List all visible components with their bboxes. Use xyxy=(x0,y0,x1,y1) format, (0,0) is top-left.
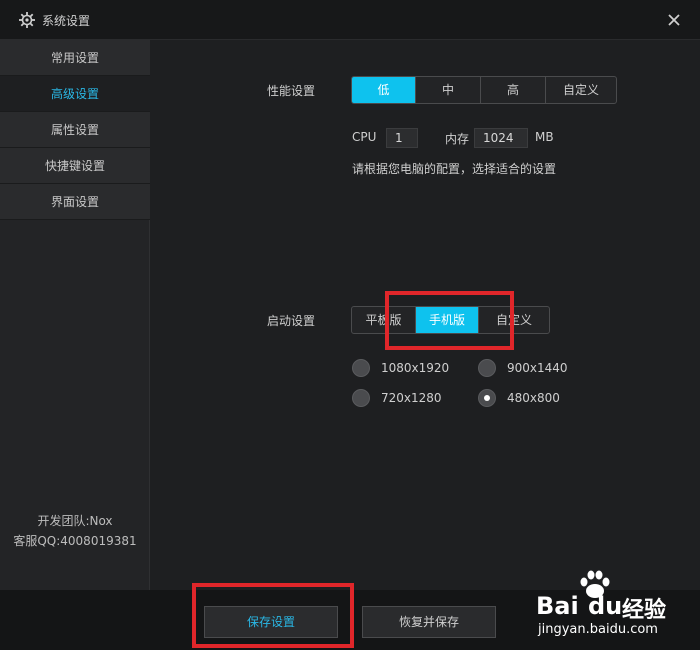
startup-option-custom[interactable]: 自定义 xyxy=(479,307,549,333)
radio-900x1440[interactable] xyxy=(478,359,496,377)
watermark-jingyan: 经验 xyxy=(622,598,667,623)
radio-label-720x1280: 720x1280 xyxy=(381,391,442,405)
title-bar: 系统设置 xyxy=(0,0,700,40)
perf-option-low[interactable]: 低 xyxy=(352,77,416,103)
radio-label-900x1440: 900x1440 xyxy=(507,361,568,375)
watermark-url: jingyan.baidu.com xyxy=(538,622,658,637)
perf-option-medium[interactable]: 中 xyxy=(416,77,481,103)
performance-hint: 请根据您电脑的配置，选择适合的设置 xyxy=(352,162,557,176)
window-title: 系统设置 xyxy=(42,14,91,28)
sidebar-item-advanced[interactable]: 高级设置 xyxy=(0,76,150,112)
support-qq-text: 客服QQ:4008019381 xyxy=(13,534,137,548)
startup-option-tablet[interactable]: 平板版 xyxy=(352,307,416,333)
startup-label: 启动设置 xyxy=(267,314,316,328)
startup-option-phone[interactable]: 手机版 xyxy=(416,307,479,333)
sidebar-item-common[interactable]: 常用设置 xyxy=(0,40,150,76)
sidebar-item-shortcuts[interactable]: 快捷键设置 xyxy=(0,148,150,184)
memory-input[interactable] xyxy=(474,128,528,148)
memory-unit: MB xyxy=(535,130,554,144)
radio-480x800[interactable] xyxy=(478,389,496,407)
radio-label-480x800: 480x800 xyxy=(507,391,560,405)
settings-window: 系统设置 常用设置 高级设置 属性设置 快捷键设置 界面设置 开发团队:Nox … xyxy=(0,0,700,650)
gear-icon xyxy=(19,12,35,28)
watermark-brand-du: du xyxy=(588,592,623,620)
radio-1080x1920[interactable] xyxy=(352,359,370,377)
radio-720x1280[interactable] xyxy=(352,389,370,407)
perf-option-high[interactable]: 高 xyxy=(481,77,546,103)
performance-label: 性能设置 xyxy=(267,84,316,98)
cpu-input[interactable] xyxy=(386,128,418,148)
cpu-label: CPU xyxy=(352,130,377,144)
sidebar: 常用设置 高级设置 属性设置 快捷键设置 界面设置 开发团队:Nox 客服QQ:… xyxy=(0,40,150,590)
startup-segmented-control: 平板版 手机版 自定义 xyxy=(351,306,550,334)
sidebar-item-properties[interactable]: 属性设置 xyxy=(0,112,150,148)
close-icon[interactable] xyxy=(664,10,684,30)
restore-and-save-button[interactable]: 恢复并保存 xyxy=(362,606,496,638)
watermark-brand: Bai xyxy=(536,592,579,620)
dev-team-text: 开发团队:Nox xyxy=(37,514,113,528)
radio-label-1080x1920: 1080x1920 xyxy=(381,361,450,375)
performance-segmented-control: 低 中 高 自定义 xyxy=(351,76,617,104)
sidebar-item-interface[interactable]: 界面设置 xyxy=(0,184,150,220)
perf-option-custom[interactable]: 自定义 xyxy=(546,77,616,103)
save-settings-button[interactable]: 保存设置 xyxy=(204,606,338,638)
baidu-jingyan-watermark: Bai du 经验 jingyan.baidu.com xyxy=(530,570,695,640)
memory-label: 内存 xyxy=(445,132,470,146)
